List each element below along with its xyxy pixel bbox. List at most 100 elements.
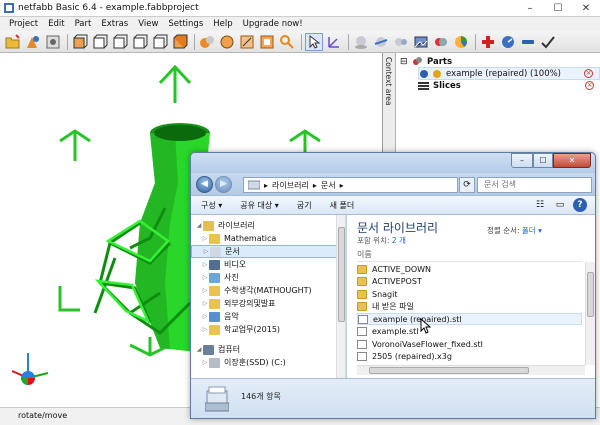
nav-item[interactable]: ▷ 비디오 — [191, 258, 345, 271]
expand-arrow-icon[interactable]: ▷ — [201, 261, 209, 268]
menu-extras[interactable]: Extras — [96, 19, 133, 29]
select-tool-button[interactable] — [305, 32, 323, 51]
menu-help[interactable]: Help — [208, 19, 237, 29]
nav-item[interactable]: ◢ 컴퓨터 — [191, 343, 345, 356]
settings-part-button[interactable] — [44, 33, 62, 51]
expand-arrow-icon[interactable]: ▷ — [201, 235, 209, 242]
triangles-button[interactable] — [218, 33, 236, 51]
maximize-button[interactable]: ☐ — [544, 0, 572, 16]
cut-button[interactable] — [372, 33, 390, 51]
expand-arrow-icon[interactable]: ▷ — [201, 359, 209, 366]
column-header-name[interactable]: 이름 — [357, 249, 582, 262]
expand-arrow-icon[interactable]: ▷ — [202, 248, 210, 255]
burn-button[interactable]: 굽기 — [297, 200, 312, 211]
view-default-button[interactable] — [71, 33, 89, 51]
nav-scroll-thumb[interactable] — [338, 227, 345, 322]
merge-button[interactable] — [392, 33, 410, 51]
apply-button[interactable] — [539, 33, 557, 51]
nav-item[interactable]: ▷ 음악 — [191, 310, 345, 323]
address-bar[interactable]: ▸ 라이브러리 ▸ 문서 ▸ — [243, 177, 458, 193]
explorer-close-button[interactable]: ✕ — [553, 153, 591, 168]
open-project-button[interactable] — [4, 33, 22, 51]
menu-view[interactable]: View — [133, 19, 163, 29]
nav-item[interactable]: ▷ 문서 — [191, 245, 345, 258]
file-list-item[interactable]: example (repaired).stl — [357, 313, 582, 325]
nav-item[interactable]: ▷ Mathematica — [191, 232, 345, 245]
organize-button[interactable]: 구성 ▾ — [201, 200, 222, 211]
file-list-item[interactable]: ACTIVEPOST — [357, 276, 582, 288]
file-list-item[interactable]: example.stl — [357, 326, 582, 338]
expand-arrow-icon[interactable]: ▷ — [201, 287, 209, 294]
menu-settings[interactable]: Settings — [163, 19, 208, 29]
nav-item[interactable]: ▷ 수학생각(MATHOUGHT) — [191, 284, 345, 297]
slices-tree-node[interactable]: Slices × — [418, 79, 600, 92]
help-icon[interactable]: ? — [573, 198, 587, 212]
repair-button[interactable] — [352, 33, 370, 51]
forward-button[interactable]: ▶ — [215, 176, 232, 193]
shade-button[interactable] — [198, 33, 216, 51]
expand-arrow-icon[interactable]: ◢ — [195, 222, 203, 229]
file-list-item[interactable]: 2505 (repaired).x3g — [357, 351, 582, 363]
add-part-button[interactable] — [24, 33, 42, 51]
move-tool-button[interactable] — [325, 33, 343, 51]
measure-button[interactable] — [238, 33, 256, 51]
zoom-button[interactable] — [278, 33, 296, 51]
expand-arrow-icon[interactable]: ▷ — [201, 313, 209, 320]
view-right-button[interactable] — [151, 33, 169, 51]
remove-part-icon[interactable]: × — [584, 69, 593, 78]
explorer-maximize-button[interactable]: ☐ — [533, 153, 553, 168]
minimize-button[interactable]: – — [516, 0, 544, 16]
share-with-button[interactable]: 공유 대상 ▾ — [240, 200, 279, 211]
remove-button[interactable] — [519, 33, 537, 51]
section-button[interactable] — [258, 33, 276, 51]
address-segment-library[interactable]: 라이브러리 — [272, 180, 309, 191]
expand-arrow-icon[interactable]: ▷ — [201, 326, 209, 333]
new-folder-button[interactable]: 새 폴더 — [330, 200, 355, 211]
nav-item-icon — [209, 259, 220, 270]
close-button[interactable]: ✕ — [572, 0, 600, 16]
analysis-button[interactable] — [499, 33, 517, 51]
expand-arrow-icon[interactable]: ▷ — [201, 274, 209, 281]
expand-arrow-icon[interactable]: ▷ — [201, 300, 209, 307]
command-bar: 구성 ▾ 공유 대상 ▾ 굽기 새 폴더 ☷ ▭ ? — [191, 195, 595, 215]
nav-item[interactable]: ▷ 이장훈(SSD) (C:) — [191, 356, 345, 369]
nav-item[interactable]: ▷ 외부강의및발표 — [191, 297, 345, 310]
explorer-minimize-button[interactable]: – — [511, 153, 533, 168]
explorer-title-bar[interactable]: – ☐ ✕ — [191, 153, 595, 173]
view-top-button[interactable] — [91, 33, 109, 51]
nav-scrollbar[interactable] — [336, 215, 345, 378]
view-bottom-button[interactable] — [111, 33, 129, 51]
refresh-button[interactable]: ⟳ — [459, 177, 475, 193]
address-segment-documents[interactable]: 문서 — [321, 180, 336, 191]
search-input[interactable]: 문서 검색 — [477, 177, 592, 193]
cut-sphere-icon — [374, 36, 388, 47]
file-list-item[interactable]: ACTIVE_DOWN — [357, 263, 582, 275]
library-locations-link[interactable]: 2 개 — [392, 236, 406, 245]
menu-edit[interactable]: Edit — [43, 19, 69, 29]
file-list-vscroll-thumb[interactable] — [587, 272, 594, 317]
texture-button[interactable] — [412, 33, 430, 51]
arrange-by-dropdown[interactable]: 폴더 ▾ — [522, 226, 542, 235]
menu-part[interactable]: Part — [70, 19, 97, 29]
view-left-button[interactable] — [131, 33, 149, 51]
report-button[interactable] — [452, 33, 470, 51]
nav-item[interactable]: ▷ 사진 — [191, 271, 345, 284]
file-list-item[interactable]: Snagit — [357, 288, 582, 300]
view-options-icon[interactable]: ☷ — [533, 198, 547, 212]
menu-upgrade[interactable]: Upgrade now! — [238, 19, 308, 29]
file-list-item[interactable]: VoronoiVaseFlower_fixed.stl — [357, 338, 582, 350]
boolean-button[interactable] — [432, 33, 450, 51]
nav-item[interactable]: ◢ 라이브러리 — [191, 219, 345, 232]
expand-arrow-icon[interactable]: ◢ — [195, 346, 203, 353]
menu-project[interactable]: Project — [4, 19, 43, 29]
file-list-hscroll[interactable] — [357, 365, 585, 375]
new-repair-button[interactable] — [479, 33, 497, 51]
nav-item[interactable]: ▷ 학교업무(2015) — [191, 323, 345, 336]
file-list-hscroll-thumb[interactable] — [369, 367, 529, 374]
view-back-button[interactable] — [171, 33, 189, 51]
remove-slices-icon[interactable]: × — [585, 81, 594, 90]
preview-pane-icon[interactable]: ▭ — [553, 198, 567, 212]
back-button[interactable]: ◀ — [196, 176, 213, 193]
file-list-vscroll[interactable] — [585, 262, 595, 365]
file-list-item[interactable]: 내 받은 파일 — [357, 301, 582, 313]
